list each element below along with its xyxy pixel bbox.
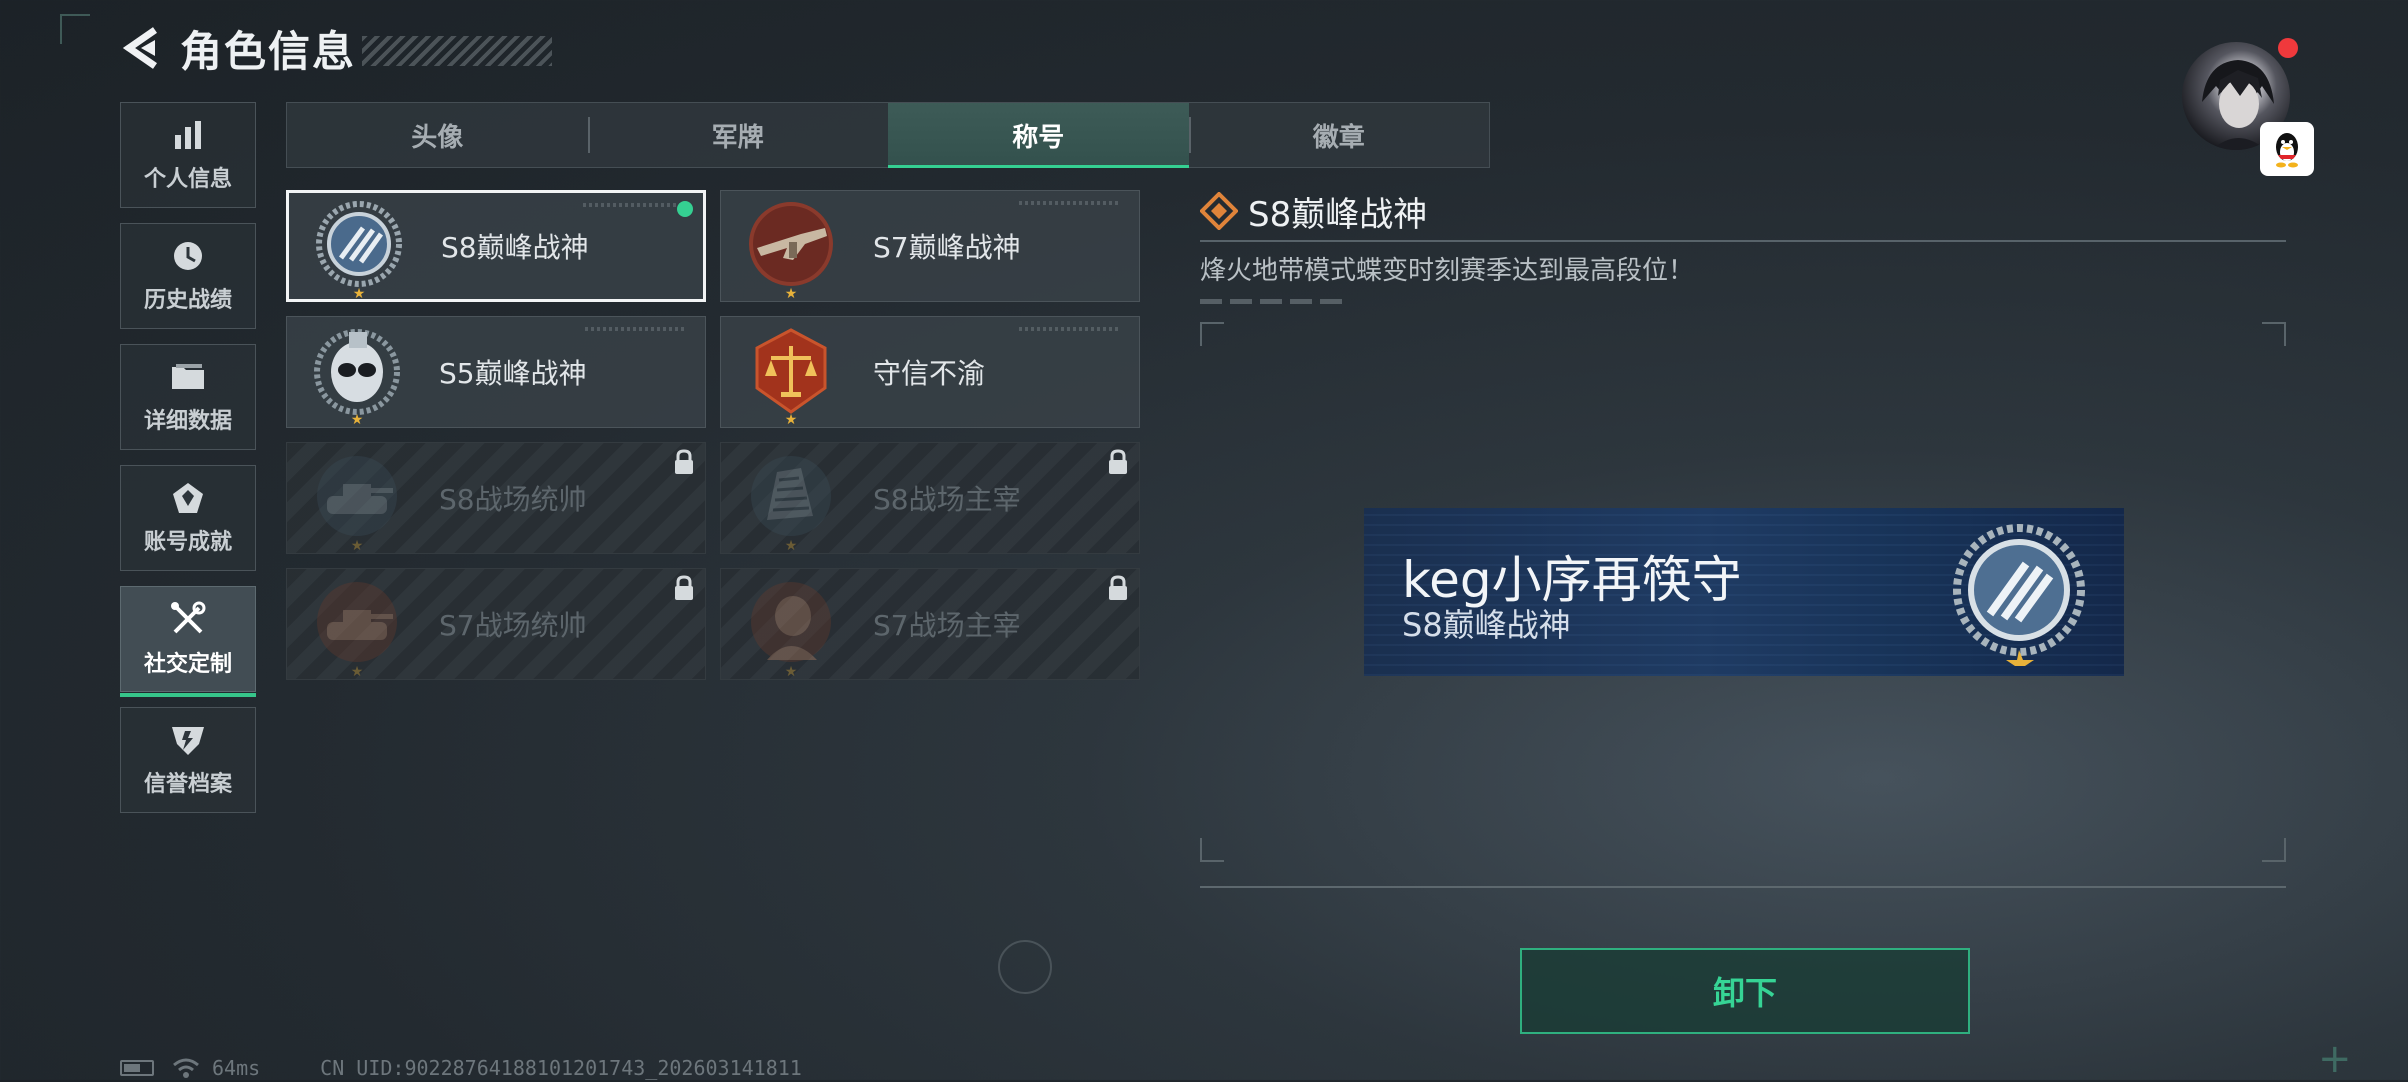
lock-icon	[1109, 449, 1127, 474]
detail-title: S8巅峰战神	[1248, 194, 1428, 235]
star-icon: ★	[784, 412, 798, 428]
sidebar-item-label: 个人信息	[143, 167, 232, 192]
star-icon: ★	[784, 286, 798, 302]
page-title: 角色信息	[180, 26, 357, 76]
status-bar: 64ms CN UID:9022876418810120174З_2026031…	[120, 1056, 802, 1080]
card-decoration	[585, 327, 685, 331]
corner-plus-decoration: +	[2318, 1036, 2352, 1082]
frame-bottom-line	[1200, 886, 2286, 888]
soldier-emblem-icon: ★	[743, 576, 839, 680]
uid-text: CN UID:9022876418810120174З_202603141811	[320, 1056, 802, 1080]
sidebar-item-label: 账号成就	[143, 530, 232, 555]
title-detail-panel: S8巅峰战神 烽火地带模式蝶变时刻赛季达到最高段位！	[1200, 188, 2286, 304]
lock-icon	[1109, 575, 1127, 600]
clock-icon	[174, 242, 202, 270]
diamond-icon	[1200, 192, 1238, 230]
sidebar-item-label: 历史战绩	[143, 288, 232, 313]
sidebar-item-social-custom[interactable]: 社交定制	[120, 586, 256, 697]
wrench-icon	[171, 601, 206, 634]
lock-icon	[675, 575, 693, 600]
title-name: S8巅峰战神	[441, 231, 589, 264]
title-card[interactable]: ★ S7战场主宰	[720, 568, 1140, 680]
star-icon: ★	[350, 664, 364, 680]
tab-title[interactable]: 称号	[888, 103, 1189, 168]
tank-emblem-icon: ★	[309, 450, 405, 554]
divider	[1200, 240, 2286, 242]
scales-emblem-icon: ★	[743, 324, 839, 428]
corner-decoration	[60, 14, 90, 44]
title-name: 守信不渝	[873, 357, 986, 390]
title-name: S7战场统帅	[439, 609, 587, 642]
nameplate-title: S8巅峰战神	[1402, 606, 1571, 644]
lock-icon	[675, 449, 693, 474]
s8-peak-emblem-icon: ★	[311, 198, 407, 302]
unequip-button[interactable]: 卸下	[1520, 948, 1970, 1034]
battery-icon	[120, 1060, 154, 1076]
card-decoration	[1019, 327, 1119, 331]
detail-description: 烽火地带模式蝶变时刻赛季达到最高段位！	[1200, 256, 1695, 286]
title-card[interactable]: ★ S8战场统帅	[286, 442, 706, 554]
sidebar-item-achievements[interactable]: 账号成就	[120, 465, 256, 571]
notification-dot	[2278, 38, 2298, 58]
title-card[interactable]: ★ S7巅峰战神	[720, 190, 1140, 302]
shield-icon	[172, 727, 204, 755]
ping-value: 64ms	[212, 1056, 261, 1080]
tab-badge[interactable]: 徽章	[1188, 103, 1490, 167]
title-name: S7战场主宰	[873, 609, 1021, 642]
equipped-indicator	[677, 201, 693, 217]
nameplate-preview: keg小序再筷守 S8巅峰战神	[1364, 508, 2124, 676]
title-stripe-decoration	[362, 36, 553, 66]
s5-peak-emblem-icon: ★	[309, 324, 405, 428]
folder-icon	[172, 364, 204, 389]
description-decoration	[1200, 299, 1350, 304]
sidebar-item-credit-profile[interactable]: 信誉档案	[120, 707, 256, 813]
title-name: S5巅峰战神	[439, 357, 587, 390]
frame-corner	[2262, 838, 2286, 862]
card-decoration	[583, 203, 683, 207]
sidebar-item-label: 详细数据	[143, 409, 232, 434]
sidebar-item-personal-info[interactable]: 个人信息	[120, 102, 256, 208]
sidebar-item-detailed-data[interactable]: 详细数据	[120, 344, 256, 450]
achievement-icon	[173, 483, 203, 513]
title-name: S8战场统帅	[439, 483, 587, 516]
star-icon: ★	[350, 538, 364, 554]
title-card[interactable]: ★ S7战场统帅	[286, 568, 706, 680]
wifi-icon	[173, 1058, 199, 1078]
title-name: S7巅峰战神	[873, 231, 1021, 264]
tab-dogtag[interactable]: 军牌	[587, 103, 889, 167]
frame-corner	[1200, 838, 1224, 862]
title-card[interactable]: ★ S8巅峰战神	[286, 190, 706, 302]
tab-avatar[interactable]: 头像	[287, 103, 588, 167]
frame-corner	[2262, 322, 2286, 346]
bar-chart-icon	[175, 121, 201, 149]
star-icon: ★	[784, 664, 798, 680]
s7-peak-emblem-icon: ★	[743, 198, 839, 302]
qq-login-badge	[2260, 122, 2314, 176]
title-card[interactable]: ★ S8战场主宰	[720, 442, 1140, 554]
star-icon: ★	[350, 412, 364, 428]
crosshair-decoration	[998, 940, 1052, 994]
back-button[interactable]	[118, 25, 164, 71]
nameplate-emblem-icon	[1953, 524, 2085, 666]
page-header: 角色信息	[118, 22, 553, 76]
title-card[interactable]: ★ 守信不渝	[720, 316, 1140, 428]
sidebar-item-history[interactable]: 历史战绩	[120, 223, 256, 329]
back-arrow-icon	[122, 27, 157, 69]
star-icon: ★	[784, 538, 798, 554]
title-name: S8战场主宰	[873, 483, 1021, 516]
category-tabs: 头像 军牌 称号 徽章	[286, 102, 1490, 168]
title-card[interactable]: ★ S5巅峰战神	[286, 316, 706, 428]
frame-corner	[1200, 322, 1224, 346]
star-icon: ★	[352, 286, 366, 302]
city-emblem-icon: ★	[743, 450, 839, 554]
sidebar-item-label: 社交定制	[143, 652, 232, 677]
detail-header: S8巅峰战神	[1200, 188, 2286, 235]
tank-emblem-icon: ★	[309, 576, 405, 680]
sidebar-nav: 个人信息 历史战绩 详细数据 账号成就 社交定制 信誉档案	[120, 102, 258, 828]
card-decoration	[1019, 201, 1119, 205]
qq-penguin-icon	[2276, 133, 2298, 168]
sidebar-item-label: 信誉档案	[143, 772, 232, 797]
